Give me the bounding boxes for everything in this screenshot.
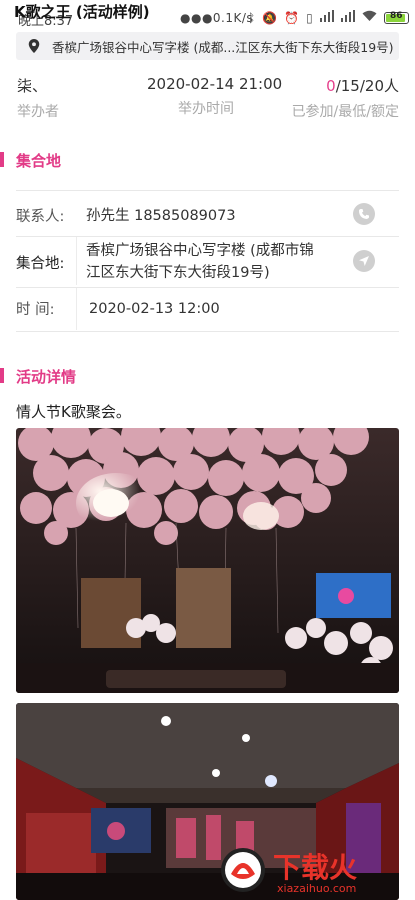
place-line-2: 江区东大街下东大街段19号) bbox=[86, 265, 270, 281]
divider bbox=[16, 236, 399, 237]
vertical-separator bbox=[76, 288, 77, 330]
time-label: 时 间: bbox=[16, 302, 55, 318]
place-label: 集合地: bbox=[16, 256, 65, 272]
event-time-info: 2020-02-14 21:00 举办时间 bbox=[147, 75, 282, 118]
contact-value: 孙先生 18585089073 bbox=[86, 208, 236, 224]
event-time-value: 2020-02-14 21:00 bbox=[147, 75, 283, 93]
participant-count: 0/15/20人 已参加/最低/额定 bbox=[283, 75, 399, 121]
mute-bell-icon: 🔕 bbox=[262, 10, 278, 25]
address-bar[interactable]: 香槟广场银谷中心写字楼 (成都...江区东大街下东大街段19号) bbox=[16, 32, 399, 60]
signal-icon bbox=[319, 10, 334, 25]
divider bbox=[16, 331, 399, 332]
host-label: 举办者 bbox=[17, 104, 59, 120]
call-button[interactable] bbox=[353, 203, 375, 225]
event-summary: 柒、 举办者 2020-02-14 21:00 举办时间 0/15/20人 已参… bbox=[0, 75, 415, 125]
phone-icon bbox=[359, 209, 369, 219]
details-section-title: 活动详情 bbox=[0, 366, 76, 387]
divider bbox=[16, 190, 399, 191]
vertical-separator bbox=[76, 237, 77, 285]
divider bbox=[16, 287, 399, 288]
page-title: K歌之王 (活动样例) bbox=[14, 3, 150, 21]
wifi-icon bbox=[362, 10, 377, 25]
net-speed: ●●●0.1K/s bbox=[180, 11, 254, 25]
vibrate-icon: ▯ bbox=[306, 10, 313, 25]
place-line-1: 香槟广场银谷中心写字楼 (成都市锦 bbox=[86, 243, 314, 259]
status-bar: 晚上8:37 K歌之王 (活动样例) ●●●0.1K/s ᛒ 🔕 ⏰ ▯ 86 bbox=[0, 0, 415, 30]
watermark-brand: 下载火 bbox=[273, 851, 357, 884]
navigation-arrow-icon bbox=[359, 256, 369, 266]
watermark-logo: 下载火 xiazaihuo.com bbox=[217, 844, 407, 896]
alarm-icon: ⏰ bbox=[284, 10, 300, 25]
event-time-label: 举办时间 bbox=[178, 101, 234, 117]
location-pin-icon bbox=[28, 39, 40, 53]
bluetooth-icon: ᛒ bbox=[248, 10, 256, 25]
count-label: 已参加/最低/额定 bbox=[291, 104, 399, 120]
address-text: 香槟广场银谷中心写字楼 (成都...江区东大街下东大街段19号) bbox=[52, 39, 394, 55]
signal2-icon bbox=[340, 10, 355, 25]
meeting-place-row: 集合地: 香槟广场银谷中心写字楼 (成都市锦 江区东大街下东大街段19号) bbox=[16, 237, 399, 286]
contact-label: 联系人: bbox=[16, 209, 65, 225]
time-value: 2020-02-13 12:00 bbox=[89, 301, 220, 317]
navigate-button[interactable] bbox=[353, 250, 375, 272]
host-value: 柒、 bbox=[17, 77, 48, 95]
battery-icon: 86 bbox=[383, 11, 409, 24]
status-icons: ᛒ 🔕 ⏰ ▯ 86 bbox=[248, 10, 409, 25]
meeting-section-title: 集合地 bbox=[0, 150, 61, 171]
event-photo[interactable] bbox=[16, 428, 399, 693]
place-value: 香槟广场银谷中心写字楼 (成都市锦 江区东大街下东大街段19号) bbox=[86, 240, 314, 284]
host-info: 柒、 举办者 bbox=[17, 75, 59, 121]
joined-count: 0 bbox=[326, 77, 336, 95]
count-rest: /15/20人 bbox=[335, 77, 399, 95]
event-description: 情人节K歌聚会。 bbox=[16, 403, 131, 421]
watermark-domain: xiazaihuo.com bbox=[277, 882, 356, 895]
